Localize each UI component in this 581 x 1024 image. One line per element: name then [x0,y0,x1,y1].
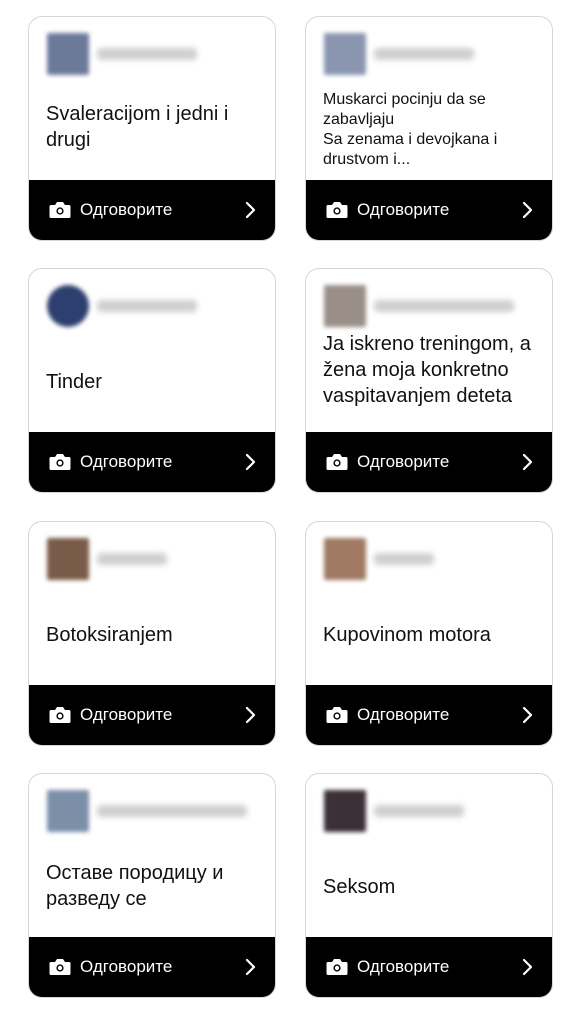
response-text: Seksom [323,876,396,898]
card-header [47,790,247,832]
card-header [324,790,464,832]
reply-button[interactable]: Одговорите [306,432,552,492]
avatar[interactable] [47,285,89,327]
chevron-right-icon [245,201,256,219]
reply-button-label: Одговорите [357,957,450,976]
card-header [324,285,514,327]
camera-icon [326,202,348,218]
reply-button-label: Одговорите [357,452,450,471]
username-blurred[interactable] [374,805,464,817]
camera-icon [49,959,71,975]
username-blurred[interactable] [97,553,167,565]
avatar[interactable] [324,790,366,832]
question-response-card[interactable]: Оставе породицу и разведу се Одговорите [28,773,276,998]
avatar[interactable] [324,538,366,580]
camera-icon [49,202,71,218]
chevron-right-icon [522,201,533,219]
reply-button-label: Одговорите [80,705,173,724]
response-text: Svaleracijom i jedni i drugi [46,103,229,151]
avatar[interactable] [324,33,366,75]
response-text: Ja iskreno treningom, a žena moja konkre… [323,333,531,407]
chevron-right-icon [522,706,533,724]
chevron-right-icon [245,706,256,724]
camera-icon [326,959,348,975]
question-response-card[interactable]: Kupovinom motora Одговорите [305,521,553,746]
reply-button[interactable]: Одговорите [29,180,275,240]
response-text: Muskarci pocinju da se zabavljaju Sa zen… [323,91,498,168]
question-response-card[interactable]: Tinder Одговорите [28,268,276,493]
card-header [324,33,474,75]
camera-icon [49,707,71,723]
chevron-right-icon [245,453,256,471]
avatar[interactable] [47,33,89,75]
username-blurred[interactable] [374,553,434,565]
card-header [47,285,197,327]
avatar[interactable] [324,285,366,327]
camera-icon [326,454,348,470]
username-blurred[interactable] [374,300,514,312]
card-header [47,538,167,580]
reply-button[interactable]: Одговорите [306,685,552,745]
question-response-card[interactable]: Ja iskreno treningom, a žena moja konkre… [305,268,553,493]
avatar[interactable] [47,790,89,832]
reply-button-label: Одговорите [80,200,173,219]
reply-button[interactable]: Одговорите [29,685,275,745]
reply-button[interactable]: Одговорите [29,937,275,997]
response-text: Botoksiranjem [46,624,173,646]
card-header [47,33,197,75]
camera-icon [49,454,71,470]
chevron-right-icon [245,958,256,976]
chevron-right-icon [522,453,533,471]
question-responses-grid: Svaleracijom i jedni i drugi Одговорите … [0,0,581,1024]
reply-button[interactable]: Одговорите [306,937,552,997]
username-blurred[interactable] [97,300,197,312]
question-response-card[interactable]: Seksom Одговорите [305,773,553,998]
question-response-card[interactable]: Botoksiranjem Одговорите [28,521,276,746]
username-blurred[interactable] [374,48,474,60]
card-header [324,538,434,580]
response-text: Оставе породицу и разведу се [46,862,224,910]
reply-button-label: Одговорите [357,200,450,219]
avatar[interactable] [47,538,89,580]
reply-button-label: Одговорите [80,452,173,471]
username-blurred[interactable] [97,48,197,60]
camera-icon [326,707,348,723]
reply-button-label: Одговорите [357,705,450,724]
chevron-right-icon [522,958,533,976]
reply-button[interactable]: Одговорите [306,180,552,240]
response-text: Tinder [46,371,102,393]
username-blurred[interactable] [97,805,247,817]
question-response-card[interactable]: Svaleracijom i jedni i drugi Одговорите [28,16,276,241]
question-response-card[interactable]: Muskarci pocinju da se zabavljaju Sa zen… [305,16,553,241]
reply-button-label: Одговорите [80,957,173,976]
reply-button[interactable]: Одговорите [29,432,275,492]
response-text: Kupovinom motora [323,624,491,646]
